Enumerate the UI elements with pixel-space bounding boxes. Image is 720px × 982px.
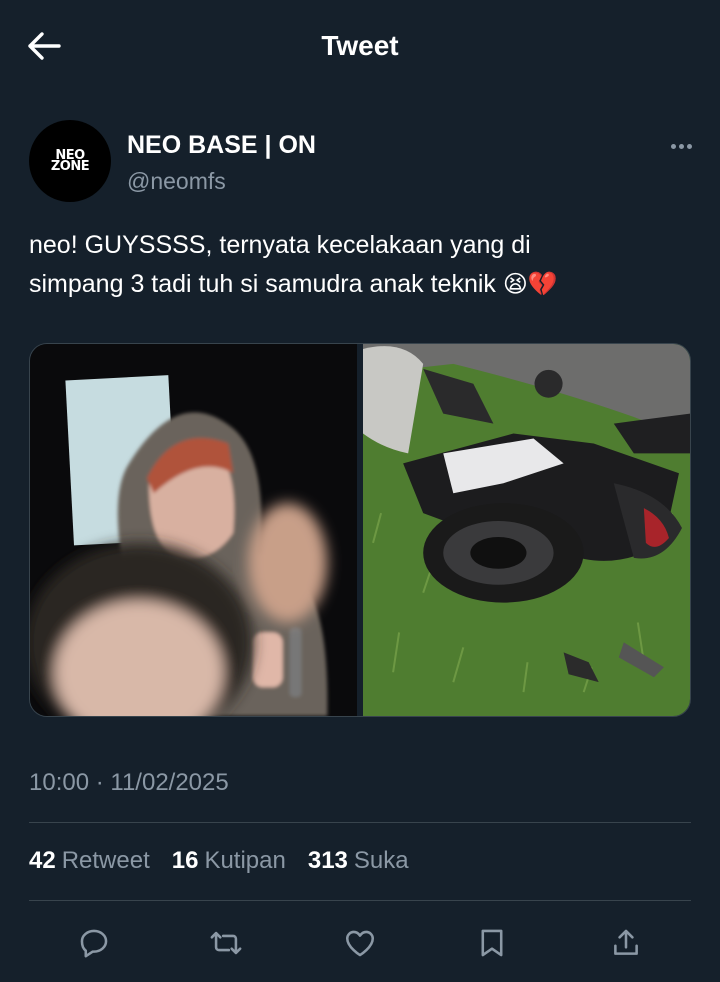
media-photo-2[interactable] [363, 344, 690, 716]
bookmark-icon [481, 929, 503, 957]
bookmark-button[interactable] [467, 918, 517, 968]
likes-count: 313 [307, 847, 348, 874]
page-title: Tweet [321, 30, 399, 61]
quotes-label: Kutipan [204, 847, 286, 874]
retweets-count: 42 [29, 847, 56, 874]
more-dot [686, 143, 692, 149]
reply-button[interactable] [69, 918, 119, 968]
more-dot [678, 143, 684, 149]
share-icon [614, 929, 638, 955]
photo-crashed-motorcycle [363, 344, 690, 716]
broken-heart-emoji: 💔 [527, 270, 558, 298]
more-dots-icon [670, 143, 676, 149]
display-name[interactable]: NEO BASE | ON [127, 131, 316, 160]
photo-person-hoodie [30, 344, 357, 716]
divider [29, 900, 691, 901]
avatar-logo-line2: ZONE [50, 159, 90, 174]
likes-label: Suka [353, 847, 409, 874]
tweet-stats: 42 Retweet 16 Kutipan 313 Suka [29, 847, 409, 875]
more-options-button[interactable] [664, 132, 698, 160]
tweet-actions [29, 918, 691, 968]
tweet-text: neo! GUYSSSS, ternyata kecelakaan yang d… [29, 226, 689, 304]
like-button[interactable] [335, 918, 385, 968]
retweets-label: Retweet [61, 847, 150, 874]
avatar[interactable]: NEO ZONE [29, 120, 111, 202]
retweet-button[interactable] [201, 918, 251, 968]
share-button[interactable] [601, 918, 651, 968]
quotes-count: 16 [171, 847, 199, 874]
divider [29, 822, 691, 823]
tweet-media [29, 343, 691, 717]
tweet-text-line1: neo! GUYSSSS, ternyata kecelakaan yang d… [29, 231, 531, 259]
like-icon [345, 930, 375, 957]
retweets-stat[interactable]: 42 Retweet [29, 847, 150, 875]
media-photo-1[interactable] [30, 344, 357, 716]
tweet-timestamp[interactable]: 10:00 · 11/02/2025 [29, 769, 229, 797]
quotes-stat[interactable]: 16 Kutipan [172, 847, 286, 875]
tweet-text-line2: simpang 3 tadi tuh si samudra anak tekni… [29, 265, 689, 304]
user-handle[interactable]: @neomfs [127, 168, 226, 195]
tweet-text-line2-body: simpang 3 tadi tuh si samudra anak tekni… [29, 270, 503, 298]
avatar-logo: NEO ZONE [50, 149, 90, 174]
retweet-icon [210, 931, 242, 955]
tired-face-emoji: 😫 [502, 270, 528, 298]
likes-stat[interactable]: 313 Suka [308, 847, 409, 875]
reply-icon [80, 929, 108, 958]
top-bar: Tweet [0, 0, 720, 94]
